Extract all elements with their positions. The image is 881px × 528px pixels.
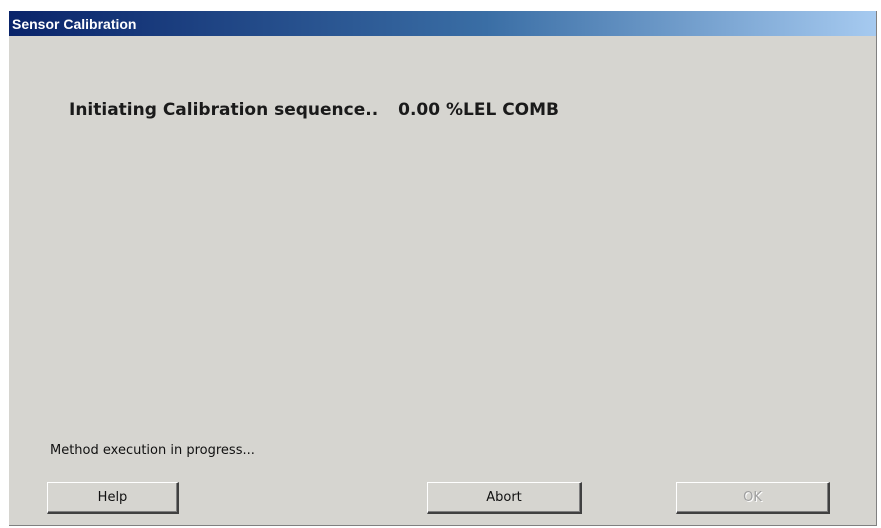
sensor-reading: 0.00 %LEL COMB [398,100,560,120]
help-button-label: Help [97,490,128,505]
ok-button-label: OK [743,490,762,505]
window-title: Sensor Calibration [12,16,137,32]
status-text: Method execution in progress... [50,443,255,458]
abort-button-label: Abort [486,490,522,505]
help-button[interactable]: Help [47,482,179,514]
sequence-text: Initiating Calibration sequence.. [69,100,379,120]
title-bar[interactable]: Sensor Calibration [9,11,876,36]
sensor-calibration-dialog: Sensor Calibration Initiating Calibratio… [9,11,877,526]
ok-button[interactable]: OK [676,482,830,514]
calibration-message: Initiating Calibration sequence.. 0.00 %… [69,100,559,120]
abort-button[interactable]: Abort [427,482,582,514]
